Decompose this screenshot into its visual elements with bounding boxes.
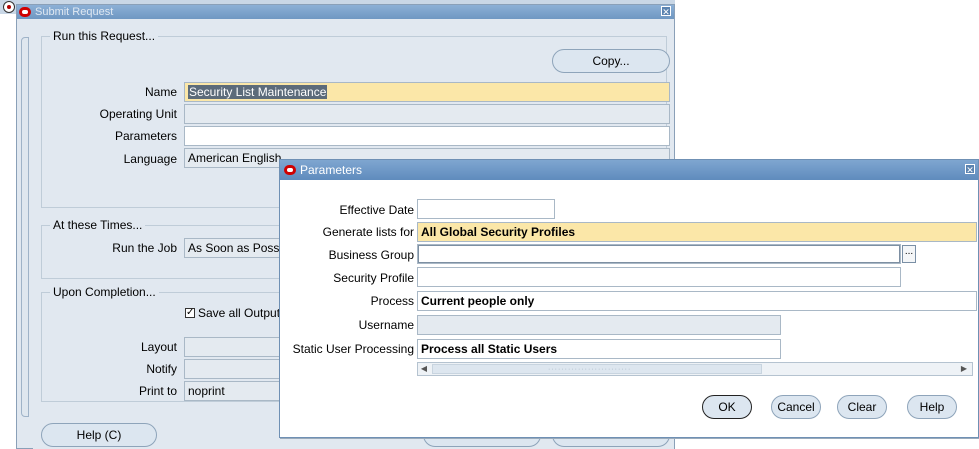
submit-request-title: Submit Request (35, 6, 114, 18)
close-icon[interactable]: ✕ (661, 6, 671, 17)
operating-unit-label: Operating Unit (99, 107, 177, 121)
business-group-label: Business Group (328, 248, 414, 262)
parameters-body: Effective Date Generate lists for All Gl… (280, 180, 978, 439)
run-request-group-label: Run this Request... (50, 29, 159, 43)
operating-unit-field[interactable] (184, 104, 670, 124)
language-label: Language (123, 152, 177, 166)
help-button[interactable]: Help (C) (41, 423, 157, 447)
static-user-label: Static User Processing (292, 342, 414, 356)
completion-group-label: Upon Completion... (50, 285, 159, 299)
username-label: Username (358, 318, 414, 332)
static-user-field[interactable]: Process all Static Users (417, 339, 781, 359)
list-of-values-button[interactable]: ... (902, 245, 916, 263)
horizontal-scrollbar[interactable]: ◀ ························· ▶ (417, 362, 973, 376)
effective-date-label: Effective Date (339, 203, 414, 217)
oracle-forms-icon (3, 1, 15, 13)
scroll-right-icon[interactable]: ▶ (958, 364, 970, 374)
process-field[interactable]: Current people only (417, 291, 977, 311)
generate-lists-label: Generate lists for (322, 225, 414, 239)
tab-marker (21, 37, 29, 417)
notify-label: Notify (146, 362, 177, 376)
parameters-label: Parameters (114, 129, 177, 143)
parameters-field[interactable] (184, 126, 670, 146)
cancel-button[interactable]: Cancel (771, 395, 821, 419)
ok-button[interactable]: OK (702, 395, 752, 419)
process-label: Process (370, 294, 414, 308)
print-to-label: Print to (138, 384, 177, 398)
generate-lists-field[interactable]: All Global Security Profiles (417, 222, 977, 242)
oracle-logo-icon (284, 165, 296, 175)
effective-date-field[interactable] (417, 199, 555, 219)
copy-button[interactable]: Copy... (552, 49, 670, 73)
left-tab-strip (17, 19, 33, 419)
scroll-grip-icon: ························· (548, 366, 632, 373)
oracle-logo-icon (19, 7, 31, 17)
scroll-left-icon[interactable]: ◀ (418, 364, 430, 374)
checkbox-checked-icon (185, 306, 195, 320)
name-field[interactable]: Security List Maintenance (184, 82, 670, 102)
security-profile-field[interactable] (417, 267, 901, 287)
layout-label: Layout (140, 340, 177, 354)
times-group-label: At these Times... (50, 218, 146, 232)
security-profile-label: Security Profile (333, 271, 414, 285)
run-job-label: Run the Job (112, 241, 177, 255)
parameters-title: Parameters (300, 163, 363, 177)
submit-request-titlebar: Submit Request ✕ (17, 5, 674, 19)
close-icon[interactable]: ✕ (965, 164, 975, 175)
clear-button[interactable]: Clear (837, 395, 887, 419)
name-value: Security List Maintenance (188, 85, 328, 99)
name-label: Name (144, 85, 177, 99)
parameters-help-button[interactable]: Help (907, 395, 957, 419)
business-group-field[interactable] (417, 244, 901, 264)
parameters-dialog: Parameters ✕ Effective Date Generate lis… (279, 159, 979, 438)
parameters-titlebar: Parameters ✕ (280, 160, 978, 180)
username-field[interactable] (417, 315, 781, 335)
